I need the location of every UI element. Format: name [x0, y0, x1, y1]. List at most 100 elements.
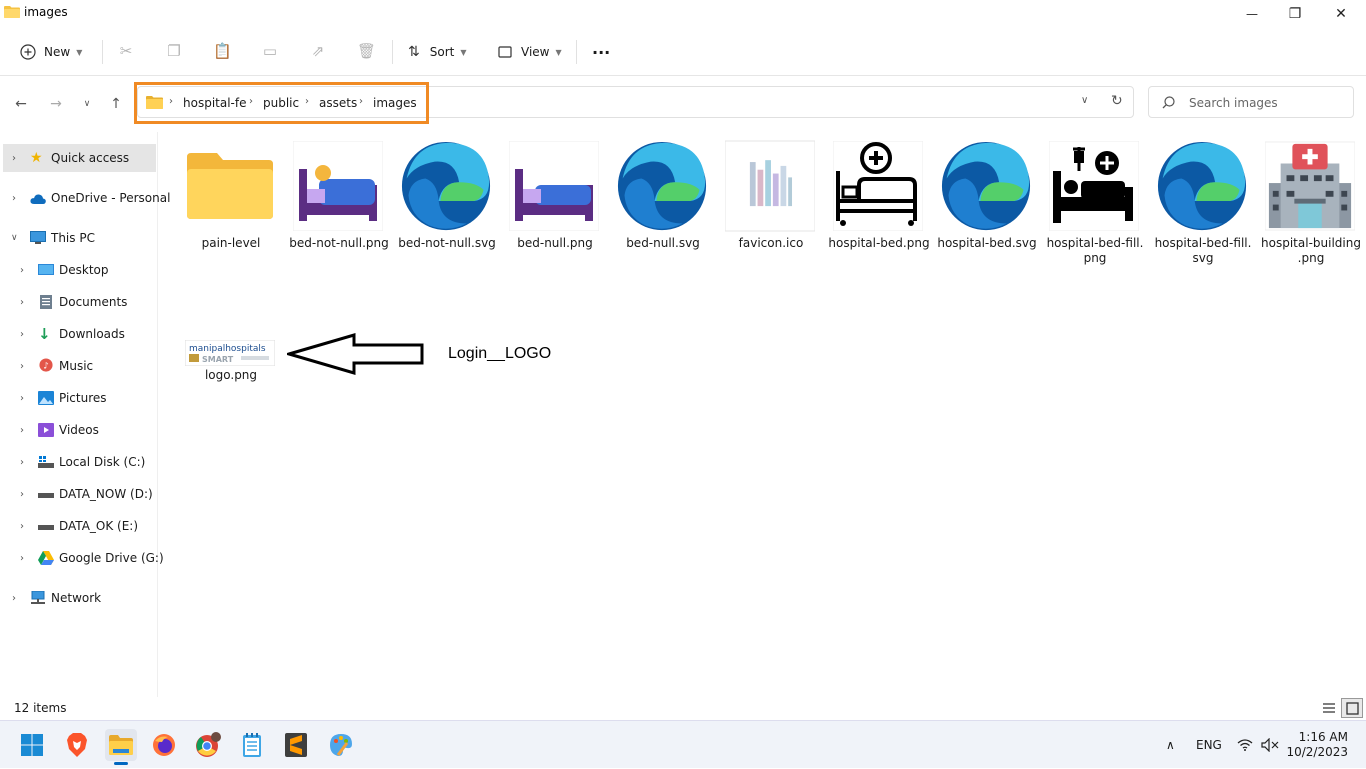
- arrow-left-icon: ←: [15, 96, 27, 112]
- volume-button[interactable]: [1261, 721, 1279, 769]
- sidebar-item-google-drive-g[interactable]: › Google Drive (G:): [0, 544, 164, 572]
- chevron-right-icon: ›: [12, 152, 16, 164]
- firefox-icon: [153, 734, 175, 756]
- sidebar-item-documents[interactable]: › Documents: [0, 288, 158, 316]
- sidebar-item-desktop[interactable]: › Desktop: [0, 256, 158, 284]
- view-label: View: [521, 45, 550, 59]
- taskbar-notepad[interactable]: [236, 729, 268, 761]
- search-icon: [1162, 96, 1175, 109]
- sidebar-item-this-pc[interactable]: ∨ This PC: [0, 224, 158, 252]
- file-explorer-window: images — ❐ ✕ New ▼ ✂ ❐ 📋 ▭ ⇗ 🗑 ⇅ Sort ▼ …: [0, 0, 1366, 720]
- show-hidden-icons-button[interactable]: ∧: [1166, 721, 1175, 769]
- pictures-icon: [38, 391, 54, 405]
- maximize-button[interactable]: ❐: [1272, 0, 1318, 28]
- sidebar-item-network[interactable]: › Network: [0, 584, 158, 612]
- rename-icon[interactable]: ▭: [261, 42, 279, 60]
- new-button[interactable]: New ▼: [20, 36, 82, 68]
- sidebar-item-data-ok-e[interactable]: › DATA_OK (E:): [0, 512, 158, 540]
- star-icon: ★: [30, 150, 43, 166]
- navigation-pane: › ★ Quick access › OneDrive - Personal ∨…: [0, 132, 170, 697]
- chevron-right-icon: ›: [20, 264, 24, 276]
- file-name: favicon.ico: [738, 236, 804, 250]
- taskbar-chrome[interactable]: [192, 729, 224, 761]
- title-bar: images — ❐ ✕: [0, 0, 1366, 28]
- sidebar-item-downloads[interactable]: › ↓ Downloads: [0, 320, 158, 348]
- input-language[interactable]: ENG: [1196, 721, 1222, 769]
- windows-icon: [21, 734, 43, 756]
- divider: [102, 40, 103, 64]
- sidebar-item-label: Music: [59, 359, 94, 373]
- large-icons-view-button[interactable]: [1341, 698, 1363, 718]
- sidebar-item-label: Desktop: [59, 263, 109, 277]
- file-name: hospital-bed-fill. svg: [1154, 236, 1252, 265]
- chevron-down-icon: ∨: [83, 99, 91, 109]
- taskbar-sublime-text[interactable]: [280, 729, 312, 761]
- taskbar-brave[interactable]: [61, 729, 93, 761]
- sidebar-item-quick-access[interactable]: › ★ Quick access: [3, 144, 156, 172]
- recent-locations-button[interactable]: ∨: [77, 95, 97, 113]
- clock[interactable]: 1:16 AM 10/2/2023: [1286, 721, 1348, 769]
- sidebar-item-music[interactable]: › ♪ Music: [0, 352, 158, 380]
- chevron-right-icon: ›: [20, 488, 24, 500]
- sidebar-item-label: Documents: [59, 295, 128, 309]
- edge-icon: [617, 140, 707, 232]
- logo-text-line1: manipalhospitals: [189, 344, 266, 354]
- wifi-button[interactable]: [1237, 721, 1253, 769]
- brave-icon: [67, 733, 87, 757]
- folder-icon: [185, 140, 275, 232]
- address-history-dropdown[interactable]: ∨: [1081, 95, 1088, 106]
- new-label: New: [44, 45, 71, 59]
- windows-drive-icon: [38, 456, 54, 468]
- clock-date: 10/2/2023: [1286, 745, 1348, 759]
- taskbar-firefox[interactable]: [148, 729, 180, 761]
- up-button[interactable]: ↑: [106, 95, 126, 113]
- close-button[interactable]: ✕: [1318, 0, 1364, 28]
- details-view-icon[interactable]: [1322, 701, 1336, 715]
- taskbar-paint[interactable]: [325, 729, 357, 761]
- taskbar-file-explorer[interactable]: [105, 729, 137, 765]
- more-options-button[interactable]: ···: [592, 36, 610, 68]
- view-button[interactable]: View ▼: [498, 36, 562, 68]
- annotation-label: Login__LOGO: [448, 345, 552, 362]
- sidebar-item-pictures[interactable]: › Pictures: [0, 384, 158, 412]
- item-count: 12 items: [14, 701, 67, 715]
- chevron-right-icon: ›: [20, 424, 24, 436]
- forward-button[interactable]: →: [46, 95, 66, 113]
- maximize-icon: ❐: [1288, 6, 1302, 22]
- sidebar-item-label: Google Drive (G:): [59, 551, 164, 565]
- paint-icon: [330, 734, 352, 756]
- drive-icon: [38, 525, 54, 530]
- sidebar-item-label: DATA_OK (E:): [59, 519, 139, 533]
- refresh-icon[interactable]: ↻: [1111, 93, 1123, 109]
- chevron-right-icon: ›: [20, 456, 24, 468]
- chevron-down-icon: ▼: [76, 47, 83, 57]
- sidebar-item-onedrive[interactable]: › OneDrive - Personal: [0, 184, 170, 212]
- chevron-down-icon: ▼: [555, 47, 562, 57]
- delete-icon[interactable]: 🗑: [357, 42, 376, 60]
- copy-icon[interactable]: ❐: [165, 42, 183, 60]
- start-button[interactable]: [16, 729, 48, 761]
- sidebar-item-local-disk-c[interactable]: › Local Disk (C:): [0, 448, 158, 476]
- search-box[interactable]: Search images: [1148, 86, 1354, 118]
- back-button[interactable]: ←: [11, 95, 31, 113]
- hospital-building-icon: [1265, 140, 1355, 232]
- cut-icon[interactable]: ✂: [117, 42, 135, 60]
- bed-sleeping-icon: [293, 140, 383, 232]
- sidebar-item-data-now-d[interactable]: › DATA_NOW (D:): [0, 480, 158, 508]
- search-input[interactable]: Search images: [1189, 96, 1278, 110]
- music-icon: ♪: [39, 358, 53, 372]
- edge-icon: [401, 140, 491, 232]
- paste-icon[interactable]: 📋: [213, 42, 232, 60]
- desktop-icon: [38, 264, 54, 275]
- sidebar-item-videos[interactable]: › Videos: [0, 416, 158, 444]
- sort-button[interactable]: ⇅ Sort ▼: [408, 36, 467, 68]
- chevron-up-icon: ∧: [1166, 738, 1175, 752]
- status-bar: 12 items: [0, 697, 1366, 720]
- chevron-right-icon: ›: [20, 520, 24, 532]
- share-icon[interactable]: ⇗: [309, 42, 327, 60]
- plus-circle-icon: [20, 44, 36, 60]
- tiles-view-icon: [1346, 702, 1359, 715]
- wifi-icon: [1237, 739, 1253, 751]
- minimize-button[interactable]: —: [1229, 0, 1275, 28]
- file-name: hospital-building .png: [1261, 236, 1361, 265]
